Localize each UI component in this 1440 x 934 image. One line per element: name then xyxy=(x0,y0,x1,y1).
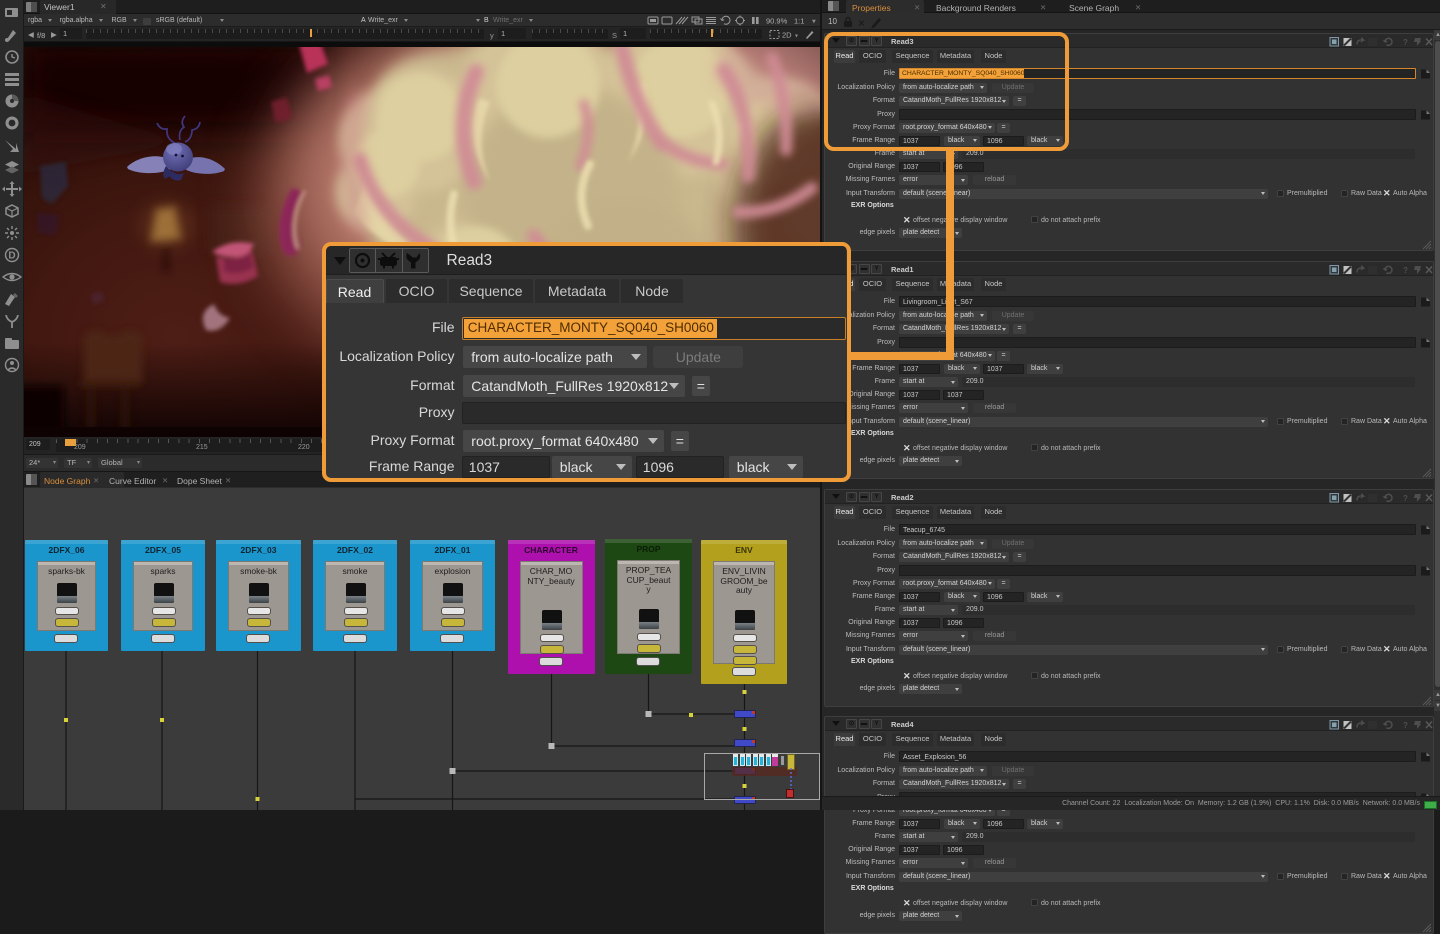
svg-text:▾: ▾ xyxy=(812,17,816,26)
svg-text:1:1: 1:1 xyxy=(794,17,804,26)
svg-text:D: D xyxy=(8,251,15,262)
svg-text:✕: ✕ xyxy=(858,19,865,28)
svg-text:2D: 2D xyxy=(782,31,792,40)
svg-text:?: ? xyxy=(1403,266,1408,275)
svg-text:?: ? xyxy=(1403,494,1408,503)
svg-text:?: ? xyxy=(1403,38,1408,47)
svg-text:90.9%: 90.9% xyxy=(766,17,788,26)
svg-text:?: ? xyxy=(1403,721,1408,730)
svg-text:▾: ▾ xyxy=(795,34,798,40)
